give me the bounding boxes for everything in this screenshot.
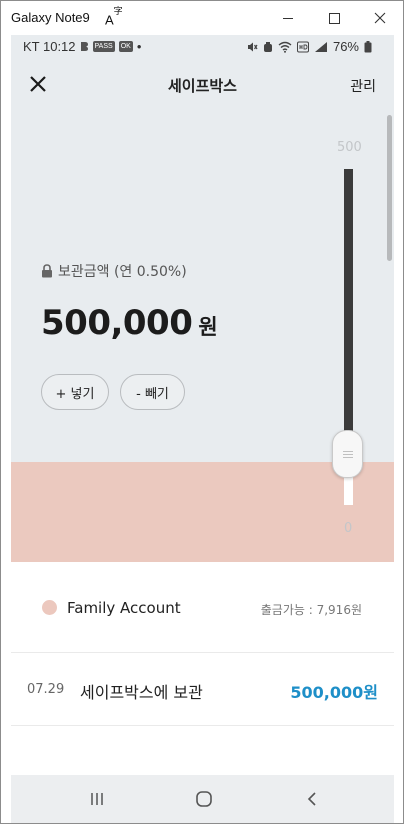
list-empty-space bbox=[11, 726, 394, 775]
font-size-icon-letter: A bbox=[105, 12, 114, 28]
safebox-amount: 500,000 원 bbox=[41, 303, 218, 343]
transaction-row[interactable]: 07.29 세이프박스에 보관 500,000원 bbox=[11, 653, 394, 726]
safebox-fill-area bbox=[11, 462, 394, 562]
transaction-description: 세이프박스에 보관 bbox=[80, 683, 203, 702]
manage-button[interactable]: 관리 bbox=[350, 76, 376, 96]
battery-percent: 76% bbox=[332, 39, 359, 54]
safebox-label: 보관금액 (연 0.50%) bbox=[41, 261, 187, 281]
maximize-icon bbox=[328, 12, 340, 24]
signal-icon bbox=[314, 41, 327, 52]
withdraw-button[interactable]: - 빼기 bbox=[120, 374, 185, 410]
grip-icon bbox=[342, 450, 353, 458]
status-bar: KT 10:12 PASS OK • 76% bbox=[11, 35, 394, 59]
deposit-button[interactable]: + 넣기 bbox=[41, 374, 109, 410]
status-left: KT 10:12 PASS OK • bbox=[23, 39, 141, 54]
close-icon bbox=[374, 12, 386, 24]
phone-screen: KT 10:12 PASS OK • 76% 세이프박스 관리 보관금액 (연 … bbox=[11, 35, 394, 823]
transaction-date: 07.29 bbox=[27, 682, 65, 697]
recent-apps-icon bbox=[91, 793, 103, 805]
mute-icon bbox=[247, 42, 258, 51]
wifi-icon bbox=[278, 41, 292, 53]
pass-badge: PASS bbox=[92, 41, 115, 52]
font-size-icon-char: 字 bbox=[113, 6, 123, 16]
minimize-button[interactable] bbox=[265, 1, 311, 35]
back-button[interactable] bbox=[297, 786, 327, 812]
recent-apps-button[interactable] bbox=[82, 786, 112, 812]
window-title: Galaxy Note9 bbox=[11, 10, 90, 25]
home-button[interactable] bbox=[189, 786, 219, 812]
status-right: 76% bbox=[246, 39, 372, 54]
home-icon bbox=[196, 791, 212, 807]
safebox-label-text: 보관금액 (연 0.50%) bbox=[58, 264, 187, 280]
close-window-button[interactable] bbox=[357, 1, 403, 35]
emulator-window: Galaxy Note9 A字 KT 10:12 PASS OK • 76% 세… bbox=[0, 0, 404, 824]
battery-icon bbox=[364, 40, 372, 52]
amount-slider-handle[interactable] bbox=[332, 430, 363, 478]
slider-max-label: 500 bbox=[337, 140, 362, 155]
android-nav-bar bbox=[11, 775, 394, 823]
back-icon bbox=[307, 792, 316, 806]
alarm-icon bbox=[263, 41, 272, 52]
amount-slider-rest bbox=[344, 475, 353, 505]
ok-badge: OK bbox=[118, 41, 133, 52]
bixby-icon bbox=[80, 42, 88, 51]
account-name: Family Account bbox=[67, 599, 181, 617]
safebox-amount-value: 500,000 bbox=[41, 303, 193, 343]
minimize-icon bbox=[283, 17, 293, 19]
hd-voice-icon bbox=[296, 41, 309, 52]
safebox-amount-unit: 원 bbox=[198, 315, 218, 339]
slider-min-label: 0 bbox=[344, 521, 353, 536]
lock-icon bbox=[42, 264, 52, 278]
account-available: 출금가능 : 7,916원 bbox=[260, 603, 362, 617]
transaction-amount: 500,000원 bbox=[290, 683, 378, 702]
notification-dot: • bbox=[136, 39, 142, 54]
account-row[interactable]: Family Account 출금가능 : 7,916원 bbox=[11, 562, 394, 653]
account-color-dot bbox=[42, 600, 57, 615]
app-header: 세이프박스 관리 bbox=[11, 59, 394, 111]
carrier-time: KT 10:12 bbox=[23, 39, 76, 54]
font-size-icon[interactable]: A字 bbox=[105, 6, 123, 28]
maximize-button[interactable] bbox=[311, 1, 357, 35]
window-title-bar: Galaxy Note9 A字 bbox=[1, 1, 403, 35]
page-title: 세이프박스 bbox=[167, 77, 237, 95]
scrollbar[interactable] bbox=[387, 115, 392, 261]
